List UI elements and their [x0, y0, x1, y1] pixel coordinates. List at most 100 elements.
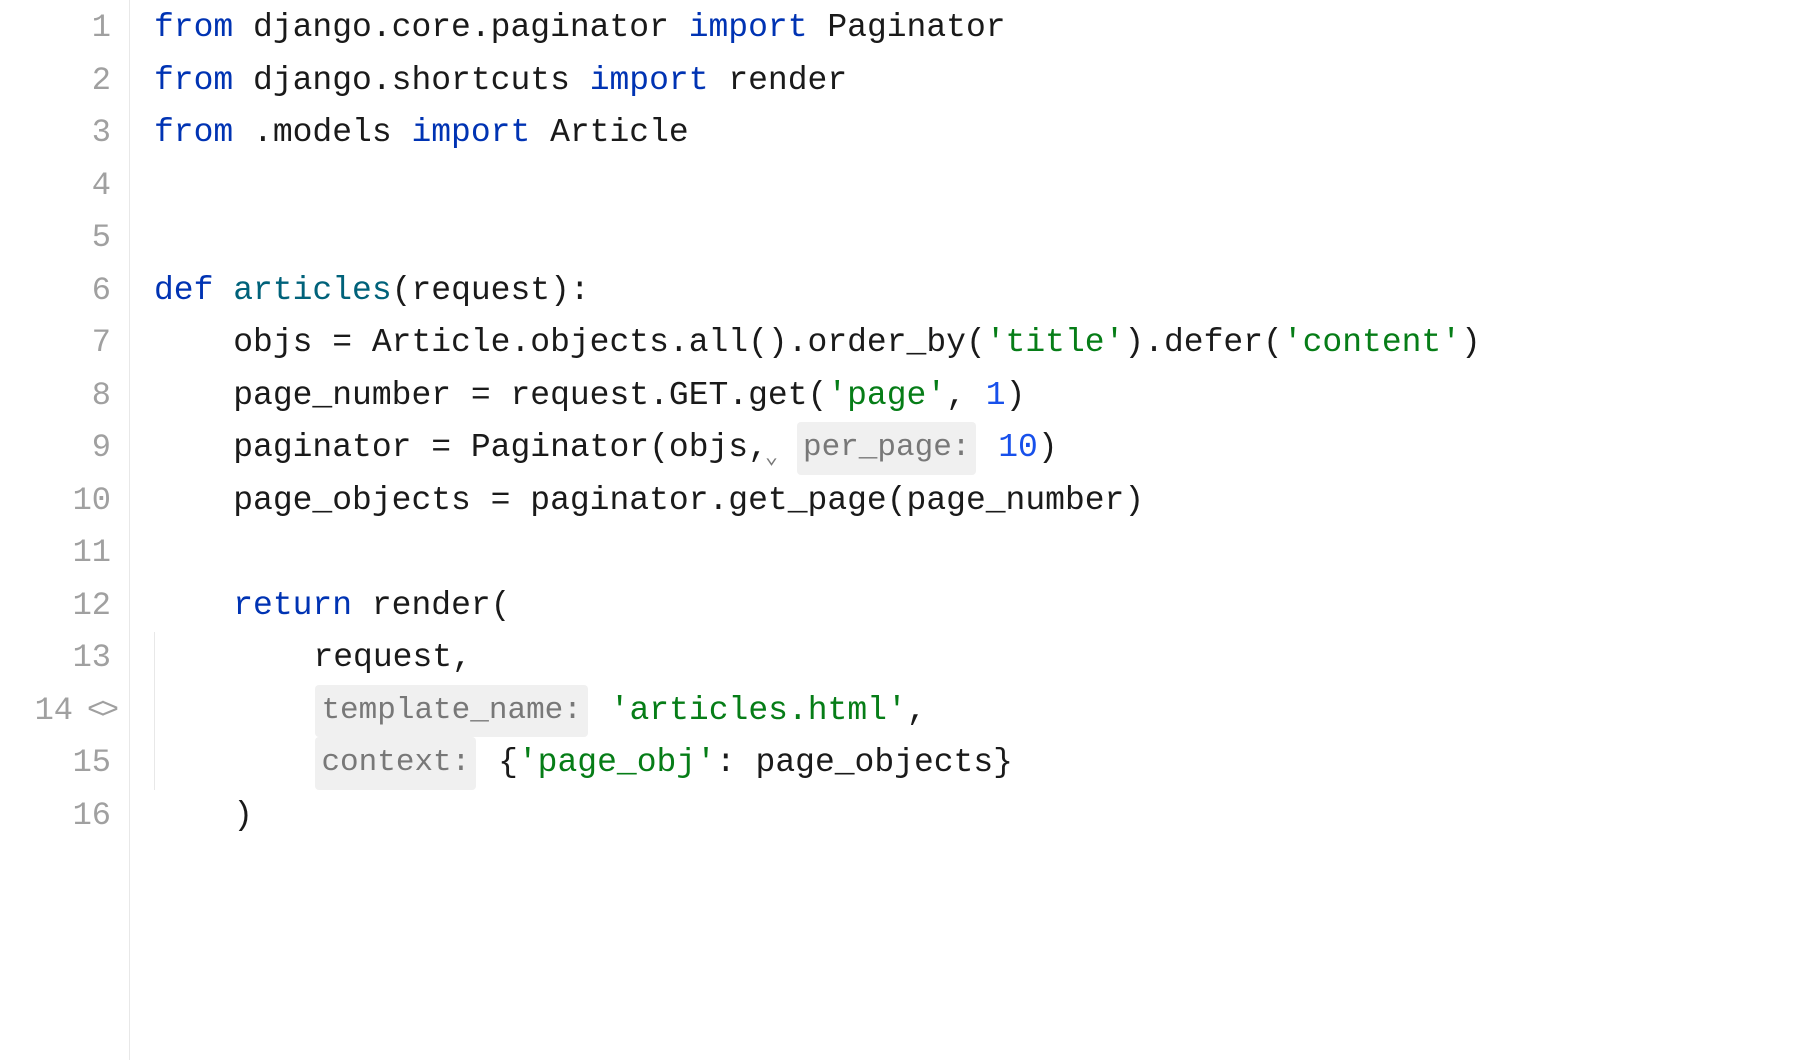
code-text: page_number = request.GET.get(: [233, 370, 827, 423]
keyword-import: import: [590, 55, 709, 108]
code-vision-icon[interactable]: <>: [87, 685, 115, 738]
line-number: 7: [92, 317, 111, 370]
gutter-line[interactable]: 7: [0, 317, 129, 370]
line-number: 11: [73, 527, 111, 580]
code-line[interactable]: from django.shortcuts import render: [154, 55, 1816, 108]
indent: [154, 790, 233, 843]
function-name: articles: [233, 265, 391, 318]
module-path: django.shortcuts: [233, 55, 589, 108]
line-number: 5: [92, 212, 111, 265]
indent: [154, 370, 233, 423]
line-number: 15: [73, 737, 111, 790]
gutter-line[interactable]: 2: [0, 55, 129, 108]
code-text: ): [1038, 422, 1058, 475]
code-text: page_objects = paginator.get_page(page_n…: [233, 475, 1144, 528]
line-number: 13: [73, 632, 111, 685]
gutter-line[interactable]: 8: [0, 370, 129, 423]
gutter-line[interactable]: 12: [0, 580, 129, 633]
code-line[interactable]: return render(: [154, 580, 1816, 633]
code-line[interactable]: from django.core.paginator import Pagina…: [154, 2, 1816, 55]
indent: [154, 580, 233, 633]
code-line[interactable]: [154, 160, 1816, 213]
line-number: 14: [35, 685, 73, 738]
code-text: ): [233, 790, 253, 843]
code-text: render(: [352, 580, 510, 633]
line-number: 10: [73, 475, 111, 528]
module-path: .models: [233, 107, 411, 160]
code-text: ,: [907, 685, 927, 738]
code-text: objs = Article.objects.all().order_by(: [233, 317, 986, 370]
code-text: : page_objects}: [716, 737, 1013, 790]
keyword-from: from: [154, 55, 233, 108]
indent: [154, 737, 313, 790]
code-text: ).defer(: [1124, 317, 1282, 370]
gutter-line[interactable]: 9: [0, 422, 129, 475]
import-names: Paginator: [808, 2, 1006, 55]
code-line[interactable]: context: {'page_obj': page_objects}: [154, 737, 1816, 790]
gutter-line[interactable]: 10: [0, 475, 129, 528]
code-line[interactable]: [154, 212, 1816, 265]
import-names: Article: [530, 107, 688, 160]
gutter-line[interactable]: 1: [0, 2, 129, 55]
keyword-from: from: [154, 2, 233, 55]
params: (request):: [392, 265, 590, 318]
code-text: request,: [313, 632, 471, 685]
code-line[interactable]: ): [154, 790, 1816, 843]
string-literal: 'page_obj': [518, 737, 716, 790]
module-path: django.core.paginator: [233, 2, 688, 55]
code-line[interactable]: [154, 527, 1816, 580]
inlay-hint: template_name:: [315, 685, 587, 738]
number-literal: 10: [998, 422, 1038, 475]
string-literal: 'page': [827, 370, 946, 423]
indent: [154, 475, 233, 528]
line-number: 2: [92, 55, 111, 108]
gutter-line[interactable]: 14 <>: [0, 685, 129, 738]
code-line[interactable]: request,: [154, 632, 1816, 685]
gutter-line[interactable]: 11: [0, 527, 129, 580]
indent: [154, 632, 313, 685]
code-text: ): [1006, 370, 1026, 423]
number-literal: 1: [986, 370, 1006, 423]
line-number: 3: [92, 107, 111, 160]
code-line[interactable]: from .models import Article: [154, 107, 1816, 160]
code-line[interactable]: page_number = request.GET.get('page', 1): [154, 370, 1816, 423]
line-number: 4: [92, 160, 111, 213]
gutter-line[interactable]: 16: [0, 790, 129, 843]
string-literal: 'articles.html': [610, 685, 907, 738]
line-number: 8: [92, 370, 111, 423]
caret-icon: ⌄: [765, 432, 778, 485]
gutter-line[interactable]: 6: [0, 265, 129, 318]
gutter-line[interactable]: 3: [0, 107, 129, 160]
keyword-def: def: [154, 265, 233, 318]
code-line[interactable]: page_objects = paginator.get_page(page_n…: [154, 475, 1816, 528]
indent: [154, 422, 233, 475]
gutter: 1 2 3 4 5 6 7 8 9 10 11 12 13 14 <> 15 1…: [0, 0, 130, 1060]
gutter-line[interactable]: 15: [0, 737, 129, 790]
code-text: paginator = Paginator(objs,: [233, 422, 768, 475]
string-literal: 'title': [986, 317, 1125, 370]
gutter-line[interactable]: 4: [0, 160, 129, 213]
indent: [154, 685, 313, 738]
line-number: 6: [92, 265, 111, 318]
keyword-return: return: [233, 580, 352, 633]
keyword-import: import: [689, 2, 808, 55]
string-literal: 'content': [1283, 317, 1461, 370]
inlay-hint: per_page:: [797, 422, 976, 475]
inlay-hint: context:: [315, 737, 476, 790]
code-text: ,: [946, 370, 986, 423]
import-names: render: [709, 55, 848, 108]
code-line[interactable]: template_name: 'articles.html',: [154, 685, 1816, 738]
keyword-from: from: [154, 107, 233, 160]
line-number: 1: [92, 2, 111, 55]
keyword-import: import: [411, 107, 530, 160]
line-number: 12: [73, 580, 111, 633]
code-line[interactable]: def articles(request):: [154, 265, 1816, 318]
code-line[interactable]: paginator = Paginator(objs,⌄ per_page: 1…: [154, 422, 1816, 475]
gutter-line[interactable]: 13: [0, 632, 129, 685]
gutter-line[interactable]: 5: [0, 212, 129, 265]
line-number: 16: [73, 790, 111, 843]
code-text: ): [1461, 317, 1481, 370]
code-line[interactable]: objs = Article.objects.all().order_by('t…: [154, 317, 1816, 370]
code-editor[interactable]: from django.core.paginator import Pagina…: [130, 0, 1816, 1060]
line-number: 9: [92, 422, 111, 475]
